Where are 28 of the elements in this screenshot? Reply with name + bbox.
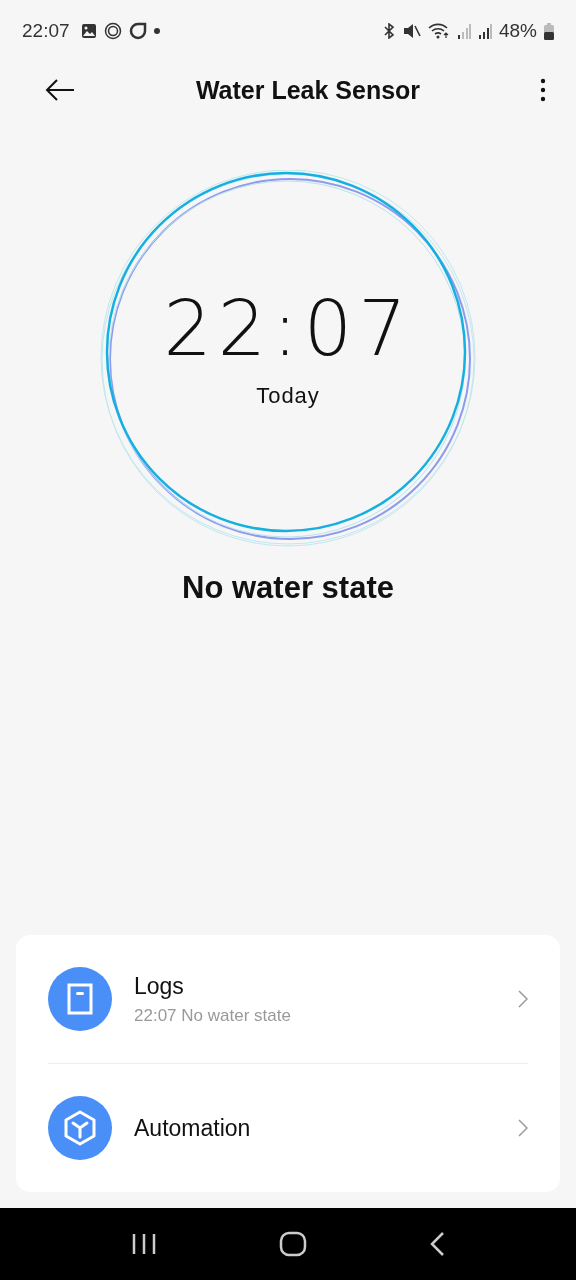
chevron-icon	[518, 1119, 528, 1137]
chevron-icon	[518, 990, 528, 1008]
sensor-state: No water state	[182, 570, 394, 606]
screen-title: Water Leak Sensor	[195, 75, 421, 105]
recents-icon	[131, 1233, 157, 1255]
back-arrow-icon	[44, 78, 76, 102]
back-icon	[429, 1231, 445, 1257]
signal-icon	[456, 23, 471, 39]
menu-label: Automation	[134, 1114, 252, 1142]
gallery-icon	[80, 23, 97, 39]
menu-label: Logs	[134, 972, 185, 1000]
battery-icon	[544, 22, 554, 40]
clock-day: Today	[256, 383, 320, 409]
mute-icon	[402, 23, 421, 39]
more-icon	[540, 78, 546, 102]
status-time: 22:07	[22, 20, 70, 42]
bluetooth-icon	[381, 23, 396, 39]
signal-icon	[477, 23, 492, 39]
clock-time: 22:07	[163, 291, 413, 367]
menu-item[interactable]: Automation	[48, 1064, 528, 1192]
battery-percent: 48%	[498, 20, 537, 42]
wifi-icon	[427, 23, 450, 39]
cube-icon	[48, 1096, 112, 1160]
home-icon	[279, 1231, 307, 1257]
menu-detail: 22:07 No water state	[134, 1005, 292, 1026]
menu-item[interactable]: Logs 22:07 No water state	[48, 935, 528, 1063]
notebook-icon	[48, 967, 112, 1031]
dot-icon	[153, 28, 160, 34]
